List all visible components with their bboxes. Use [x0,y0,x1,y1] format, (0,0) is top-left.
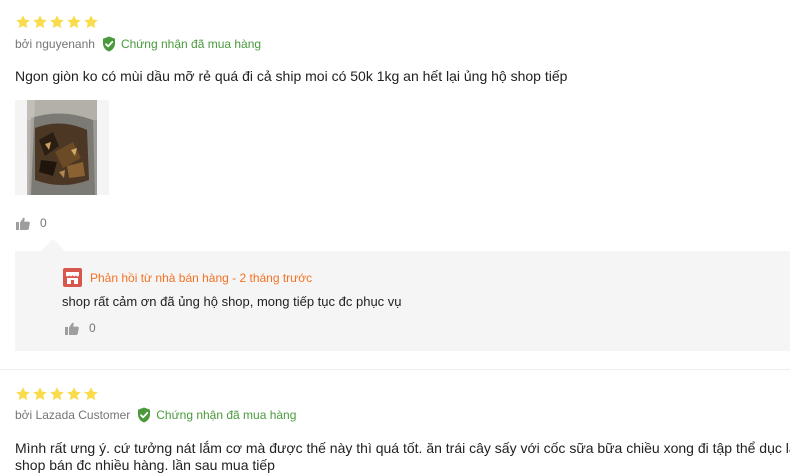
verified-shield-icon [102,36,115,52]
thumbs-up-icon [16,217,30,230]
like-count: 0 [89,321,96,335]
star-icon [33,387,47,401]
seller-reply-title: Phản hồi từ nhà bán hàng - 2 tháng trước [90,270,313,285]
star-icon [67,387,81,401]
review-author-row: bởi Lazada Customer Chứng nhận đã mua hà… [15,407,296,423]
seller-reply: Phản hồi từ nhà bán hàng - 2 tháng trước… [15,251,790,351]
seller-reply-like-button[interactable]: 0 [65,321,96,335]
review-content-line: shop bán đc nhiều hàng. lần sau mua tiếp [15,457,275,473]
seller-reply-text: shop rất cảm ơn đã ủng hộ shop, mong tiế… [62,294,402,309]
star-icon [67,15,81,29]
verified-purchase-badge: Chứng nhận đã mua hàng [102,36,261,52]
star-icon [33,15,47,29]
review-photo-thumbnail[interactable] [15,100,109,195]
review-like-button[interactable]: 0 [16,216,47,230]
review-author-row: bởi nguyenanh Chứng nhận đã mua hàng [15,36,261,52]
verified-shield-icon [138,407,151,423]
seller-reply-header: Phản hồi từ nhà bán hàng - 2 tháng trước [63,268,312,287]
reply-box-pointer [41,239,65,251]
review-content: Ngon giòn ko có mùi dầu mỡ rẻ quá đi cả … [15,68,568,84]
star-icon [50,387,64,401]
star-icon [50,15,64,29]
star-icon [84,387,98,401]
verified-purchase-badge: Chứng nhận đã mua hàng [137,407,296,423]
verified-label: Chứng nhận đã mua hàng [120,37,262,51]
like-count: 0 [40,216,47,230]
review-content-line: Mình rất ưng ý. cứ tưởng nát lắm cơ mà đ… [15,440,790,456]
review-author: bởi nguyenanh [15,37,95,51]
star-icon [16,387,30,401]
review-photo-image [15,100,109,195]
star-rating [15,386,99,402]
star-icon [16,15,30,29]
review-item: bởi Lazada Customer Chứng nhận đã mua hà… [0,370,790,476]
review-author: bởi Lazada Customer [15,408,131,422]
star-icon [84,15,98,29]
review-item: bởi nguyenanh Chứng nhận đã mua hàng Ngo… [0,0,790,369]
verified-label: Chứng nhận đã mua hàng [156,408,297,422]
store-icon [63,268,82,287]
star-rating [15,14,99,30]
thumbs-up-icon [65,322,79,335]
